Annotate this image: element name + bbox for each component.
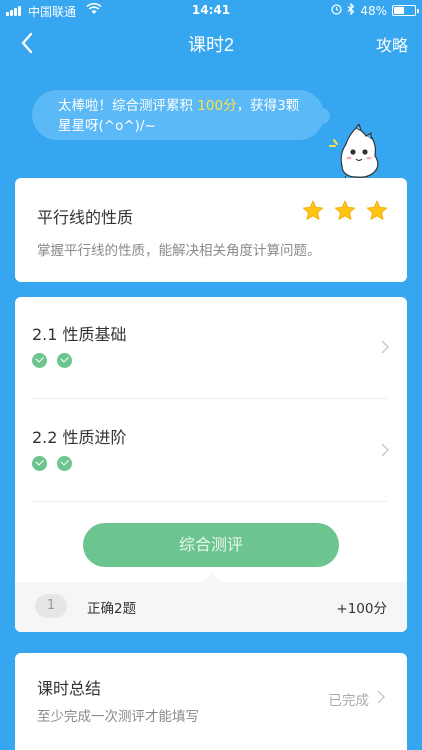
lesson-name: 平行线的性质 — [37, 208, 134, 227]
bubble-score-highlight: 100分 — [197, 98, 237, 114]
divider — [32, 398, 387, 399]
status-bar: 中国联通 14:41 48% — [0, 0, 422, 22]
attempt-number: 1 — [35, 594, 67, 618]
result-pointer — [203, 574, 221, 582]
lesson-description: 掌握平行线的性质，能解决相关角度计算问题。 — [37, 243, 321, 259]
page-title: 课时2 — [187, 35, 234, 55]
chevron-right-icon — [377, 690, 385, 704]
divider — [32, 501, 387, 502]
star-icon — [366, 200, 388, 220]
section-item-2-2[interactable]: 2.2 性质进阶 — [32, 400, 389, 500]
nav-bar: 课时2 攻略 — [0, 22, 422, 64]
check-circle-icon — [57, 353, 72, 368]
section-title: 2.2 性质进阶 — [32, 428, 127, 447]
alarm-icon — [331, 3, 342, 18]
lesson-card: 平行线的性质 掌握平行线的性质，能解决相关角度计算问题。 — [15, 178, 407, 282]
summary-status: 已完成 — [328, 693, 370, 709]
section-title: 2.1 性质基础 — [32, 325, 127, 344]
evaluation-result-row[interactable]: 1 正确2题 +100分 — [15, 574, 407, 632]
battery-percent: 48% — [360, 3, 387, 18]
evaluation-button[interactable]: 综合测评 — [83, 523, 339, 567]
feedback-bubble: 太棒啦！综合测评累积 100分，获得3颗星星呀(^o^)/~ — [32, 90, 330, 140]
correct-count: 正确2题 — [87, 601, 137, 617]
chevron-right-icon — [381, 443, 389, 457]
bluetooth-icon — [347, 2, 355, 18]
bubble-tail — [314, 108, 330, 124]
section-progress — [32, 353, 72, 368]
star-icon — [302, 200, 324, 220]
summary-card[interactable]: 课时总结 至少完成一次测评才能填写 已完成 — [15, 653, 407, 750]
star-icon — [334, 200, 356, 220]
battery-icon — [392, 5, 419, 16]
section-progress — [32, 456, 72, 471]
bubble-text-start: 太棒啦！综合测评累积 — [58, 98, 198, 114]
check-circle-icon — [57, 456, 72, 471]
chevron-right-icon — [381, 340, 389, 354]
sections-card: 2.1 性质基础 2.2 性质进阶 综合测评 1 正确2题 +100分 — [15, 297, 407, 632]
guide-button[interactable]: 攻略 — [376, 32, 408, 56]
summary-title: 课时总结 — [37, 679, 102, 698]
check-circle-icon — [32, 456, 47, 471]
score-gain: +100分 — [336, 601, 387, 617]
section-item-2-1[interactable]: 2.1 性质基础 — [32, 297, 389, 397]
check-circle-icon — [32, 353, 47, 368]
star-rating — [301, 199, 389, 223]
summary-hint: 至少完成一次测评才能填写 — [37, 709, 199, 725]
